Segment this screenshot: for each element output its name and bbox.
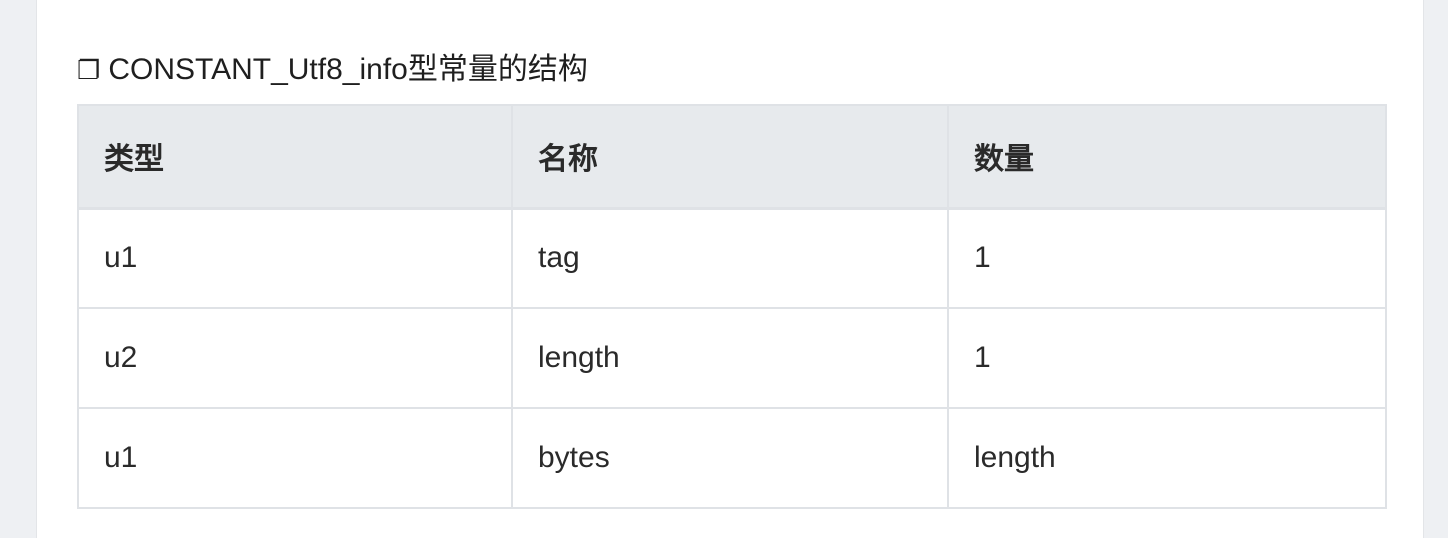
table-row: u1 bytes length xyxy=(77,407,1387,509)
square-bullet-icon: ❐ xyxy=(77,55,101,85)
cell-count: 1 xyxy=(947,207,1387,309)
cell-type: u1 xyxy=(77,407,513,509)
column-header-name: 名称 xyxy=(511,104,949,210)
document-page: ❐ CONSTANT_Utf8_info型常量的结构 类型 名称 数量 u1 t… xyxy=(36,0,1424,538)
table-header-row: 类型 名称 数量 xyxy=(77,104,1387,210)
table-row: u2 length 1 xyxy=(77,307,1387,409)
cell-count: 1 xyxy=(947,307,1387,409)
cell-name: length xyxy=(511,307,949,409)
column-header-type: 类型 xyxy=(77,104,513,210)
section-heading: ❐ CONSTANT_Utf8_info型常量的结构 xyxy=(77,50,588,90)
section-title: CONSTANT_Utf8_info型常量的结构 xyxy=(108,53,588,86)
structure-table: 类型 名称 数量 u1 tag 1 u2 length 1 u1 bytes l… xyxy=(77,104,1387,509)
cell-type: u2 xyxy=(77,307,513,409)
cell-count: length xyxy=(947,407,1387,509)
cell-type: u1 xyxy=(77,207,513,309)
table-row: u1 tag 1 xyxy=(77,207,1387,309)
column-header-count: 数量 xyxy=(947,104,1387,210)
cell-name: tag xyxy=(511,207,949,309)
cell-name: bytes xyxy=(511,407,949,509)
